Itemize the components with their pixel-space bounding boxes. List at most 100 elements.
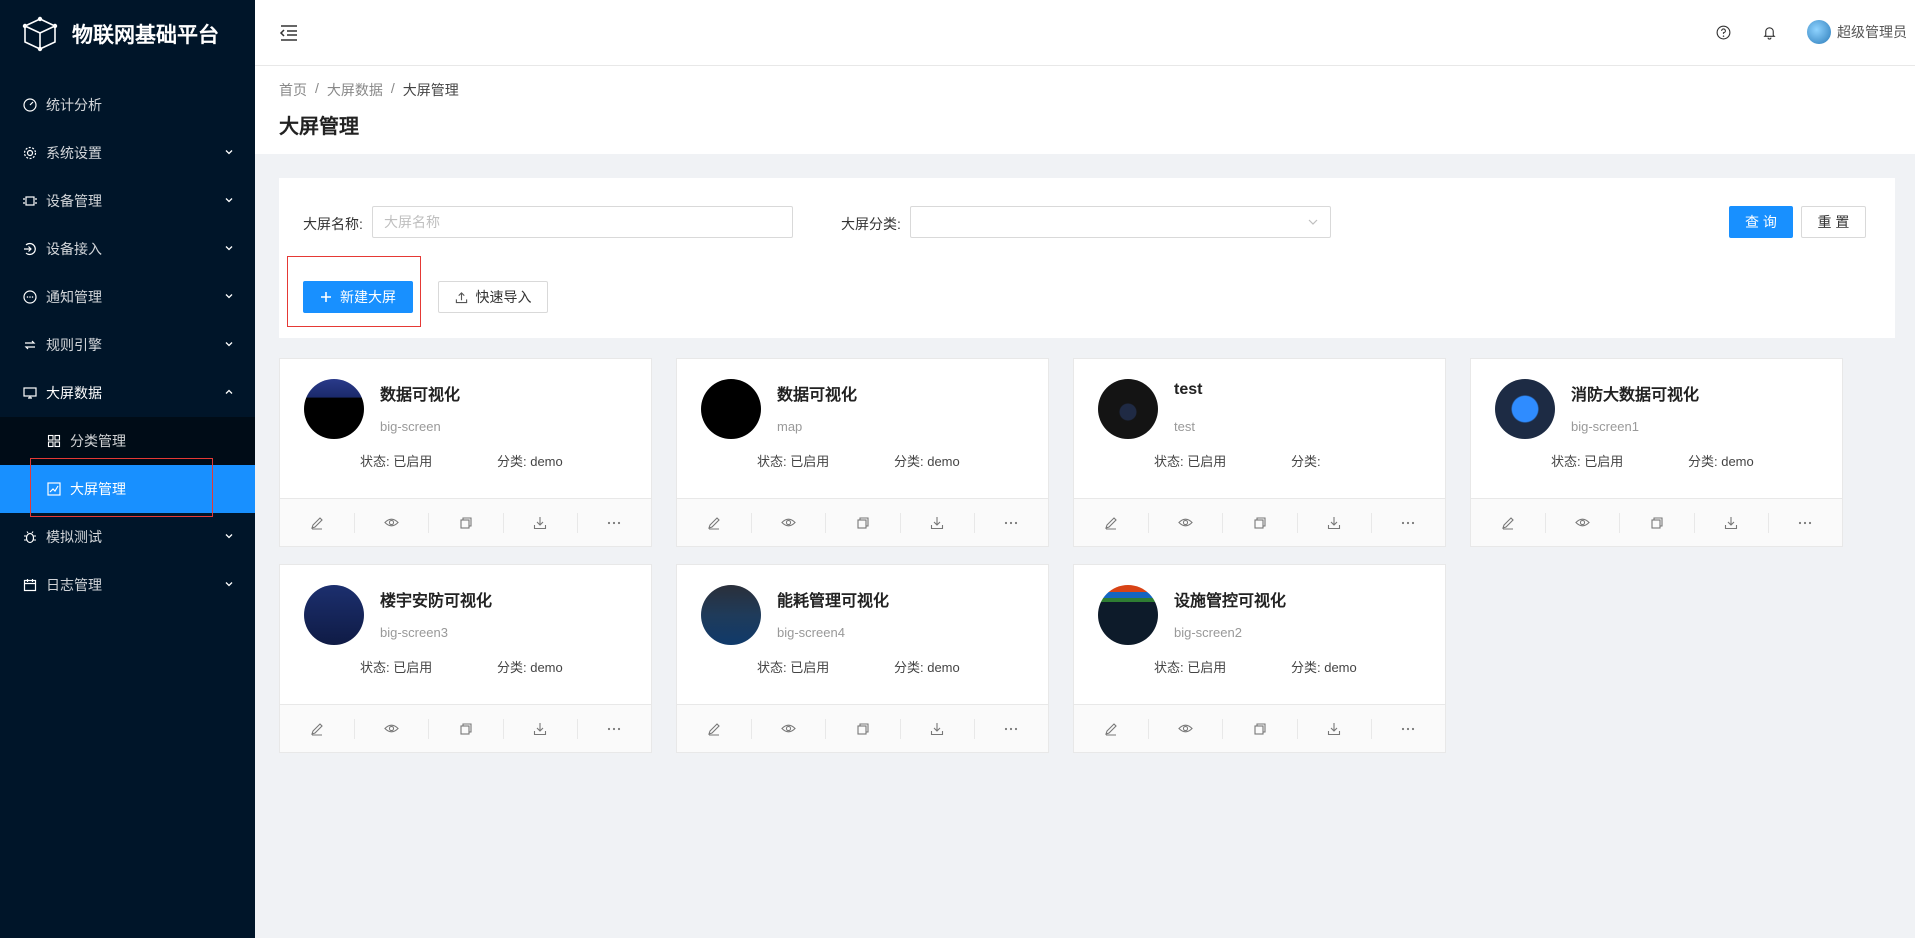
sidebar-item-label: 设备管理 — [46, 193, 102, 209]
edit-icon[interactable] — [677, 499, 751, 546]
card-category: 分类: demo — [1688, 454, 1754, 469]
sidebar-item-label: 大屏数据 — [46, 385, 102, 401]
sidebar-item-access[interactable]: 设备接入 — [0, 225, 255, 273]
card-title: 楼宇安防可视化 — [380, 593, 493, 610]
more-icon[interactable] — [576, 705, 651, 752]
download-icon[interactable] — [1693, 499, 1768, 546]
sidebar-item-bigscreen[interactable]: 大屏数据 — [0, 369, 255, 417]
card-title: 数据可视化 — [777, 387, 858, 404]
annotation-highlight-box — [287, 256, 421, 327]
card-title: 设施管控可视化 — [1174, 593, 1287, 610]
eye-icon[interactable] — [354, 705, 428, 752]
screen-card[interactable]: 数据可视化 big-screen 状态: 已启用 分类: demo — [279, 358, 652, 547]
screen-name-input[interactable]: 大屏名称 — [372, 206, 793, 238]
breadcrumb: 首页 / 大屏数据 / 大屏管理 — [279, 80, 459, 100]
eye-icon[interactable] — [354, 499, 428, 546]
quick-import-button[interactable]: 快速导入 — [438, 281, 548, 313]
search-panel: 大屏名称: 大屏名称 大屏分类: 查 询 重 置 新建大屏 快速导入 — [279, 178, 1895, 338]
screen-thumbnail — [304, 379, 364, 439]
screen-thumbnail — [701, 379, 761, 439]
upload-icon — [455, 291, 467, 303]
eye-icon[interactable] — [1148, 705, 1222, 752]
card-status: 状态: 已启用 — [1551, 454, 1624, 469]
copy-icon[interactable] — [825, 705, 899, 752]
username[interactable]: 超级管理员 — [1837, 22, 1907, 42]
chevron-down-icon — [225, 198, 233, 203]
more-icon[interactable] — [1767, 499, 1842, 546]
copy-icon[interactable] — [428, 499, 502, 546]
app-title: 物联网基础平台 — [72, 24, 219, 47]
screen-card[interactable]: test test 状态: 已启用 分类: — [1073, 358, 1446, 547]
screen-card[interactable]: 楼宇安防可视化 big-screen3 状态: 已启用 分类: demo — [279, 564, 652, 753]
eye-icon[interactable] — [751, 499, 825, 546]
breadcrumb-separator: / — [390, 80, 395, 96]
more-icon[interactable] — [1370, 705, 1445, 752]
screen-card[interactable]: 数据可视化 map 状态: 已启用 分类: demo — [676, 358, 1049, 547]
card-category: 分类: — [1291, 454, 1321, 469]
sidebar-item-notify[interactable]: 通知管理 — [0, 273, 255, 321]
breadcrumb-bigscreen-data[interactable]: 大屏数据 — [327, 80, 383, 100]
eye-icon[interactable] — [1148, 499, 1222, 546]
top-header: 超级管理员 — [255, 0, 1915, 66]
breadcrumb-home[interactable]: 首页 — [279, 80, 307, 100]
edit-icon[interactable] — [677, 705, 751, 752]
logo: 物联网基础平台 — [20, 14, 219, 54]
bug-icon — [22, 529, 38, 545]
download-icon[interactable] — [899, 499, 974, 546]
edit-icon[interactable] — [1471, 499, 1545, 546]
card-category: 分类: demo — [497, 454, 563, 469]
sidebar-item-settings[interactable]: 系统设置 — [0, 129, 255, 177]
sidebar-item-label: 设备接入 — [46, 241, 102, 257]
screen-card[interactable]: 设施管控可视化 big-screen2 状态: 已启用 分类: demo — [1073, 564, 1446, 753]
sidebar-item-test[interactable]: 模拟测试 — [0, 513, 255, 561]
screen-card[interactable]: 能耗管理可视化 big-screen4 状态: 已启用 分类: demo — [676, 564, 1049, 753]
eye-icon[interactable] — [1545, 499, 1619, 546]
sidebar-item-stats[interactable]: 统计分析 — [0, 81, 255, 129]
card-description: big-screen2 — [1174, 625, 1242, 640]
copy-icon[interactable] — [428, 705, 502, 752]
edit-icon[interactable] — [1074, 705, 1148, 752]
card-status: 状态: 已启用 — [360, 660, 433, 675]
reset-button[interactable]: 重 置 — [1801, 206, 1866, 238]
card-category: 分类: demo — [894, 660, 960, 675]
more-icon[interactable] — [973, 499, 1048, 546]
edit-icon[interactable] — [280, 499, 354, 546]
page-title: 大屏管理 — [279, 116, 359, 138]
sidebar-item-rules[interactable]: 规则引擎 — [0, 321, 255, 369]
copy-icon[interactable] — [1619, 499, 1693, 546]
query-button[interactable]: 查 询 — [1729, 206, 1793, 238]
copy-icon[interactable] — [825, 499, 899, 546]
card-status: 状态: 已启用 — [1154, 454, 1227, 469]
sidebar: 物联网基础平台 统计分析 系统设置 设备管理 设备接入 通知管理 规则引擎 大屏… — [0, 0, 255, 938]
download-icon[interactable] — [502, 499, 577, 546]
download-icon[interactable] — [502, 705, 577, 752]
cube-logo-icon — [22, 16, 58, 52]
sidebar-item-label: 模拟测试 — [46, 529, 102, 545]
sidebar-item-label: 通知管理 — [46, 289, 102, 305]
more-icon[interactable] — [973, 705, 1048, 752]
card-category: 分类: demo — [894, 454, 960, 469]
edit-icon[interactable] — [280, 705, 354, 752]
edit-icon[interactable] — [1074, 499, 1148, 546]
card-description: map — [777, 419, 803, 434]
bell-icon[interactable] — [1761, 24, 1777, 40]
download-icon[interactable] — [1296, 705, 1371, 752]
card-actions — [1074, 498, 1445, 546]
copy-icon[interactable] — [1222, 499, 1296, 546]
download-icon[interactable] — [899, 705, 974, 752]
sidebar-item-label: 规则引擎 — [46, 337, 102, 353]
category-label: 大屏分类: — [841, 216, 901, 232]
avatar[interactable] — [1807, 20, 1831, 44]
screen-category-select[interactable] — [910, 206, 1331, 238]
menu-fold-icon[interactable] — [279, 24, 299, 42]
more-icon[interactable] — [576, 499, 651, 546]
more-icon[interactable] — [1370, 499, 1445, 546]
help-icon[interactable] — [1715, 24, 1731, 40]
copy-icon[interactable] — [1222, 705, 1296, 752]
eye-icon[interactable] — [751, 705, 825, 752]
sidebar-item-devices[interactable]: 设备管理 — [0, 177, 255, 225]
download-icon[interactable] — [1296, 499, 1371, 546]
sidebar-item-logs[interactable]: 日志管理 — [0, 561, 255, 609]
chevron-down-icon — [225, 582, 233, 587]
screen-card[interactable]: 消防大数据可视化 big-screen1 状态: 已启用 分类: demo — [1470, 358, 1843, 547]
